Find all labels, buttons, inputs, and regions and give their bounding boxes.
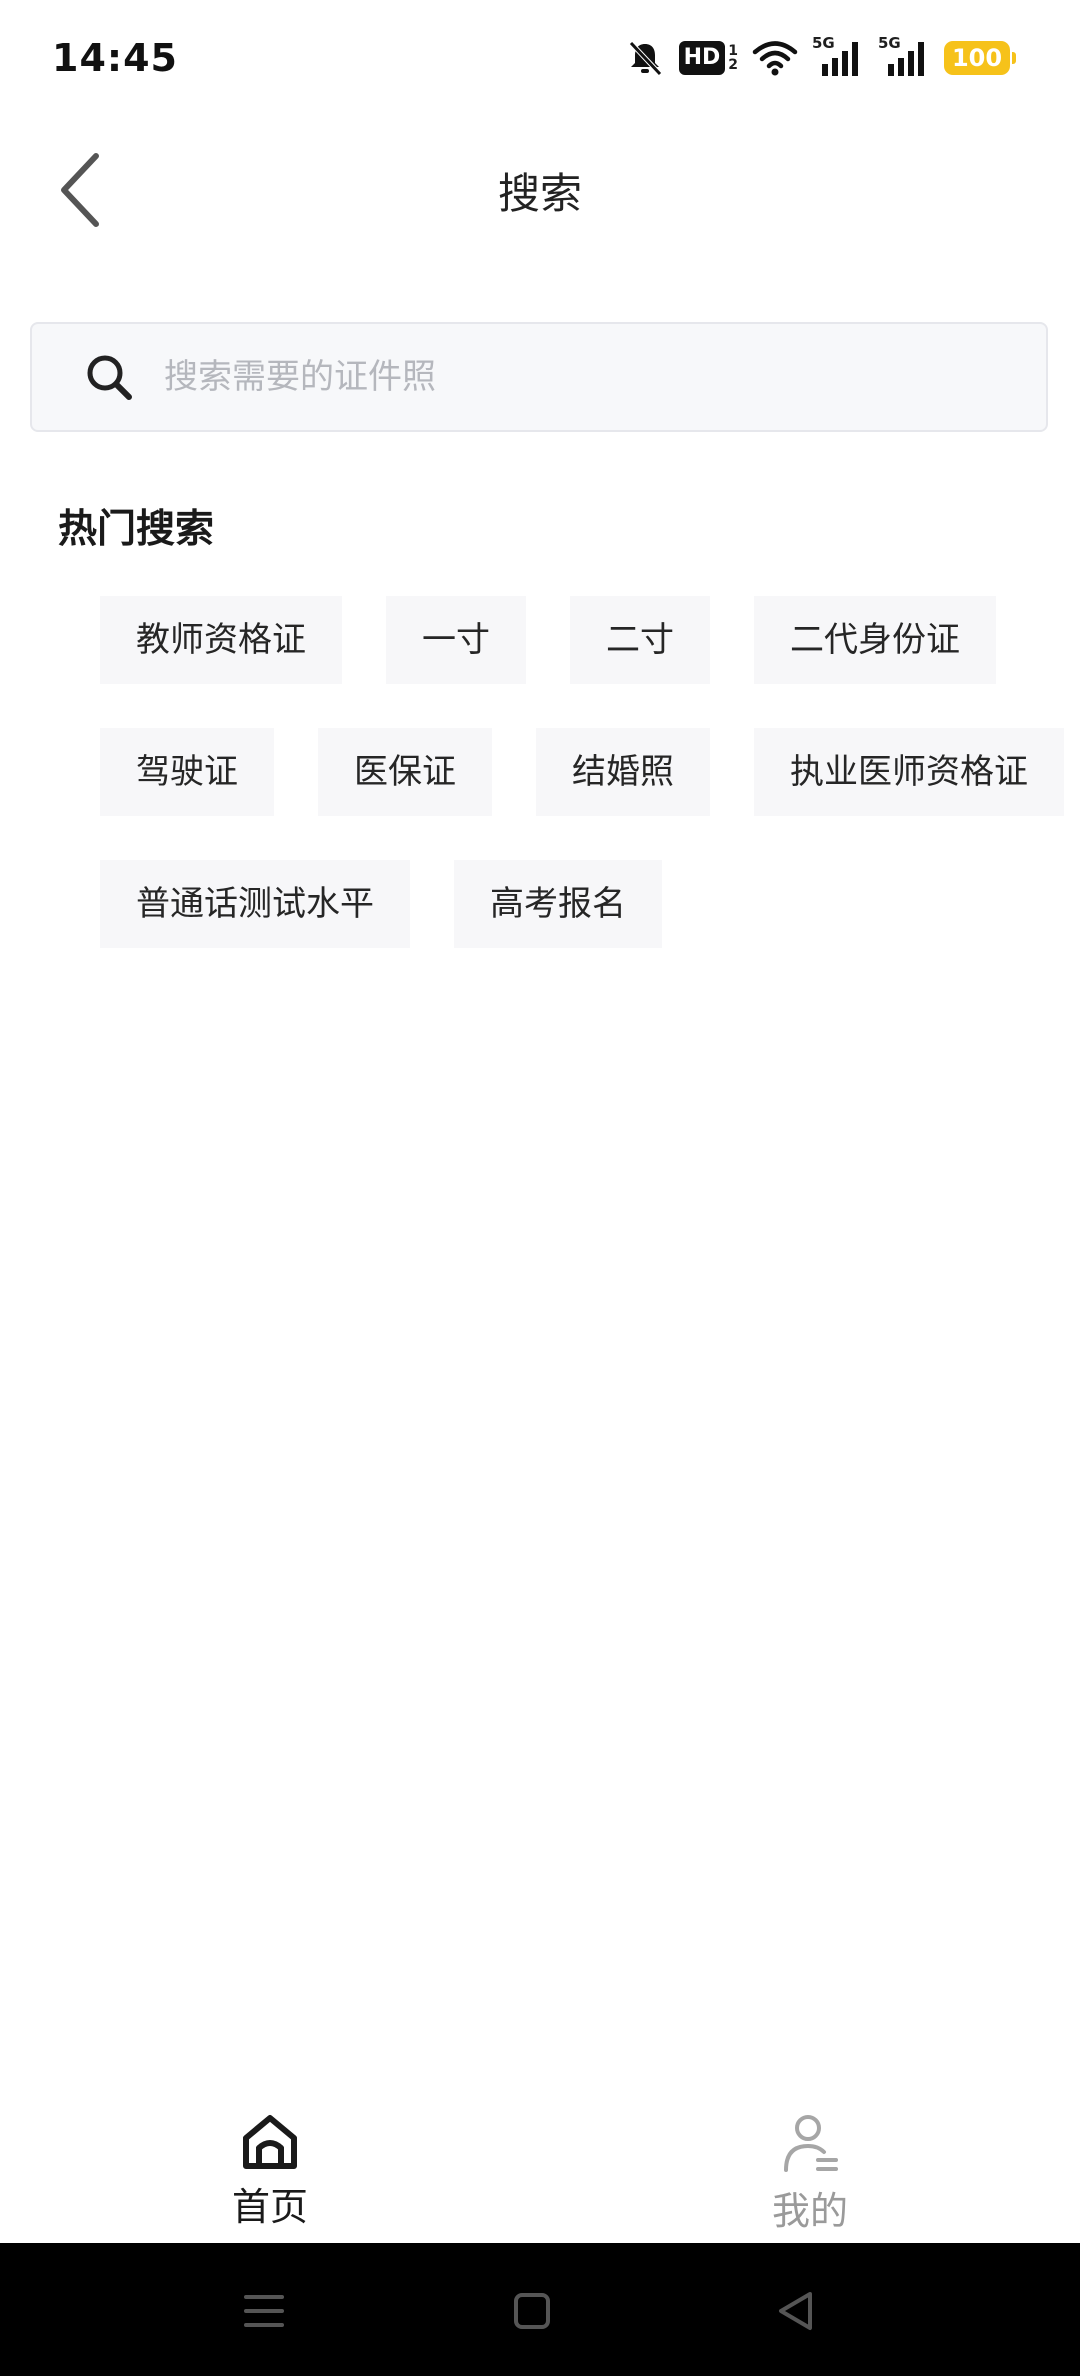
status-bar: 14:45 HD 1 2 5G 5G 100 — [0, 0, 1080, 120]
top-nav-bar: 搜索 — [0, 120, 1080, 250]
hd-icon: HD 1 2 — [678, 41, 738, 75]
search-icon — [84, 351, 136, 403]
signal-5g-icon: 5G — [812, 34, 864, 78]
search-input[interactable] — [162, 356, 966, 398]
hot-tag[interactable]: 一寸 — [386, 596, 526, 684]
hot-tag[interactable]: 二代身份证 — [754, 596, 996, 684]
hot-tag[interactable]: 高考报名 — [454, 860, 662, 948]
user-icon — [784, 2115, 838, 2172]
system-nav-bar — [0, 2243, 1080, 2376]
signal-5g-icon: 5G — [878, 34, 930, 78]
hot-search-tags: 教师资格证 一寸 二寸 二代身份证 驾驶证 医保证 结婚照 执业医师资格证 普通… — [100, 596, 1080, 992]
tab-home[interactable]: 首页 — [0, 2088, 540, 2242]
home-icon — [243, 2115, 297, 2169]
tag-row: 教师资格证 一寸 二寸 二代身份证 — [100, 596, 1080, 684]
hot-tag[interactable]: 医保证 — [318, 728, 492, 816]
hot-tag[interactable]: 普通话测试水平 — [100, 860, 410, 948]
menu-icon — [244, 2295, 284, 2327]
triangle-back-icon — [779, 2292, 812, 2330]
search-box[interactable] — [30, 322, 1048, 432]
hot-tag[interactable]: 驾驶证 — [100, 728, 274, 816]
status-time: 14:45 — [52, 36, 178, 80]
tab-label: 首页 — [231, 2185, 308, 2229]
bottom-tab-bar: 首页 我的 — [0, 2088, 1080, 2242]
system-back-button[interactable] — [766, 2283, 826, 2339]
tag-row: 普通话测试水平 高考报名 — [100, 860, 1080, 948]
status-icons: HD 1 2 5G 5G 100 — [625, 34, 1016, 80]
hot-tag[interactable]: 执业医师资格证 — [754, 728, 1064, 816]
page-title: 搜索 — [497, 169, 582, 218]
tab-label: 我的 — [771, 2189, 848, 2233]
tab-mine[interactable]: 我的 — [540, 2088, 1080, 2242]
hot-search-title: 热门搜索 — [58, 507, 215, 552]
hot-tag[interactable]: 结婚照 — [536, 728, 710, 816]
tag-row: 驾驶证 医保证 结婚照 执业医师资格证 — [100, 728, 1080, 816]
square-home-icon — [514, 2293, 550, 2329]
hot-tag[interactable]: 教师资格证 — [100, 596, 342, 684]
battery-icon: 100 — [944, 41, 1016, 75]
system-home-button[interactable] — [502, 2283, 562, 2339]
system-menu-button[interactable] — [234, 2283, 294, 2339]
bell-muted-icon — [625, 38, 665, 78]
wifi-icon — [752, 39, 798, 77]
hot-tag[interactable]: 二寸 — [570, 596, 710, 684]
